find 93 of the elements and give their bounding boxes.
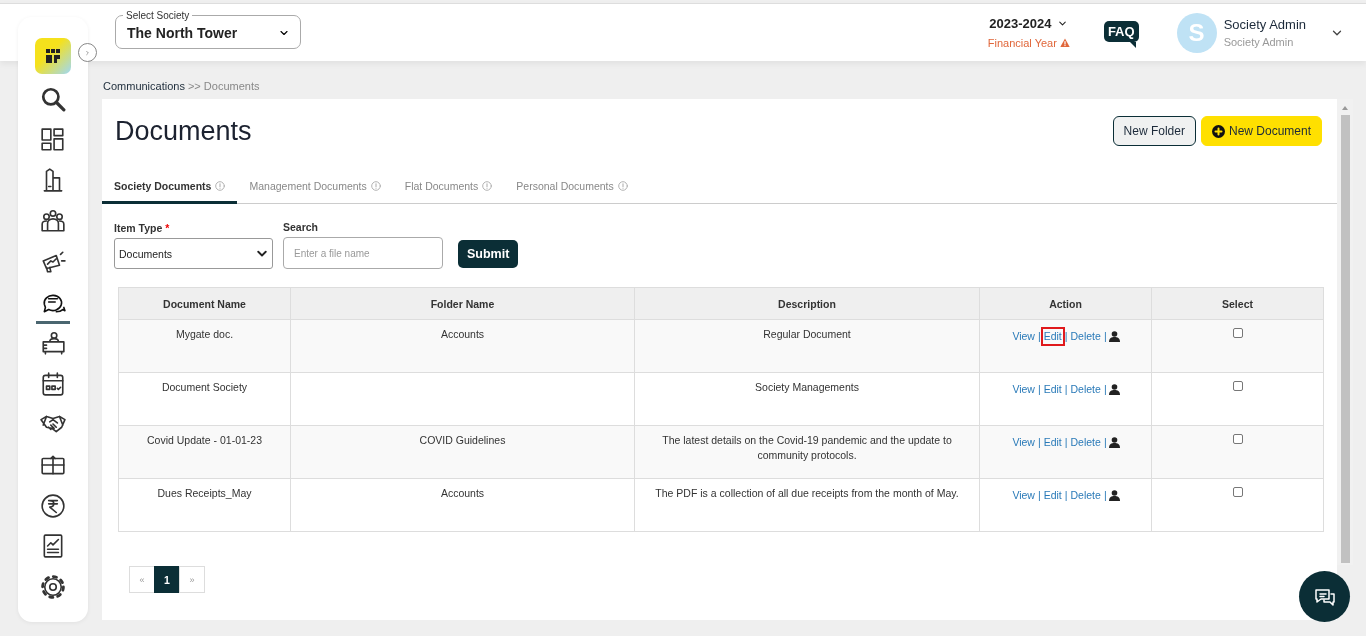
action-link[interactable]: View xyxy=(1009,433,1038,452)
user-role: Society Admin xyxy=(1223,36,1295,48)
table-cell: Dues Receipts_May xyxy=(118,478,291,532)
table-cell: Accounts xyxy=(290,478,635,532)
link-separator: | xyxy=(1064,329,1068,344)
table-cell: COVID Guidelines xyxy=(290,425,635,479)
calendar-icon xyxy=(40,370,66,397)
previous-page-button[interactable]: « xyxy=(129,566,155,593)
table-cell: Accounts xyxy=(290,319,635,373)
tab[interactable]: Management Documents xyxy=(237,171,393,204)
next-page-button[interactable]: » xyxy=(179,566,205,593)
link-separator: | xyxy=(1103,329,1107,344)
tab[interactable]: Flat Documents xyxy=(392,171,505,204)
plus-circle-icon xyxy=(1211,124,1225,138)
user-icon[interactable] xyxy=(1108,436,1120,448)
link-separator: | xyxy=(1037,329,1041,344)
select-checkbox[interactable] xyxy=(1232,328,1243,338)
select-checkbox[interactable] xyxy=(1232,487,1243,497)
dashboard-icon xyxy=(40,126,66,153)
action-link[interactable]: Edit xyxy=(1040,433,1065,452)
table-cell: The PDF is a collection of all due receipts from the month of May. xyxy=(634,478,980,532)
table-cell: Covid Update - 01-01-23 xyxy=(118,425,291,479)
logo-icon xyxy=(43,47,63,65)
rupee-icon xyxy=(40,492,66,519)
column-header: Action xyxy=(979,287,1152,320)
society-select[interactable]: Select Society The North Tower xyxy=(115,10,301,49)
select-checkbox[interactable] xyxy=(1232,434,1243,444)
financial-year-label: Financial Year xyxy=(987,37,1057,49)
select-value: The North Tower xyxy=(127,24,238,41)
megaphone-icon xyxy=(40,248,66,275)
user-name: Society Admin xyxy=(1223,17,1306,32)
people-icon xyxy=(40,207,66,234)
user-avatar: S xyxy=(1176,12,1217,53)
info-icon xyxy=(482,181,493,191)
column-header: Document Name xyxy=(118,287,291,320)
search-field[interactable]: Enter a file name xyxy=(283,237,443,269)
link-separator: | xyxy=(1064,435,1068,450)
tab[interactable]: Personal Documents xyxy=(504,171,640,204)
link-separator: | xyxy=(1037,382,1041,397)
item-type-dropdown[interactable]: Documents xyxy=(114,238,273,269)
link-separator: | xyxy=(1103,382,1107,397)
action-link[interactable]: Edit xyxy=(1040,380,1065,399)
select-checkbox[interactable] xyxy=(1232,381,1243,391)
action-link[interactable]: Edit xyxy=(1040,486,1065,505)
action-link[interactable]: Delete xyxy=(1067,433,1104,452)
new-document-button[interactable]: New Document xyxy=(1200,116,1322,146)
settings-icon xyxy=(40,574,66,601)
action-link[interactable]: Delete xyxy=(1067,327,1104,346)
table-cell: Mygate doc. xyxy=(118,319,291,373)
info-icon xyxy=(370,181,381,191)
action-link[interactable]: Delete xyxy=(1067,486,1104,505)
link-separator: | xyxy=(1037,435,1041,450)
breadcrumb-link[interactable]: Communications xyxy=(103,80,185,92)
tab[interactable]: Society Documents xyxy=(102,171,238,204)
link-separator: | xyxy=(1103,435,1107,450)
action-link[interactable]: View xyxy=(1009,486,1038,505)
table-cell: Society Managements xyxy=(634,372,980,426)
table-cell: Regular Document xyxy=(634,319,980,373)
new-folder-button[interactable]: New Folder xyxy=(1112,116,1196,146)
year-dropdown[interactable]: 2023-2024 xyxy=(989,16,1069,31)
action-link[interactable]: Delete xyxy=(1067,380,1104,399)
scroll-up-icon xyxy=(1341,105,1349,111)
user-icon[interactable] xyxy=(1108,330,1120,342)
breadcrumb-current: >> Documents xyxy=(187,80,260,92)
expand-sidebar-button[interactable] xyxy=(78,43,97,62)
page-title: Documents xyxy=(115,115,252,147)
user-icon[interactable] xyxy=(1108,383,1120,395)
link-separator: | xyxy=(1064,382,1068,397)
table-cell: Document Society xyxy=(118,372,291,426)
column-header: Folder Name xyxy=(290,287,635,320)
chevron-down-icon xyxy=(1057,18,1069,29)
required-mark: * xyxy=(165,222,170,234)
submit-button[interactable]: Submit xyxy=(458,240,519,268)
action-link[interactable]: View xyxy=(1009,327,1038,346)
chat-button[interactable] xyxy=(1299,571,1350,622)
info-icon xyxy=(617,181,628,191)
reception-desk-icon xyxy=(40,329,66,356)
item-type-label: Item Type * xyxy=(114,222,171,234)
column-header: Description xyxy=(634,287,980,320)
search-icon xyxy=(40,85,66,112)
info-icon xyxy=(215,181,226,191)
table-cell: The latest details on the Covid-19 pandemic and the update to community protocols. xyxy=(634,425,980,479)
column-header: Select xyxy=(1151,287,1324,320)
page-button[interactable]: 1 xyxy=(154,566,180,593)
link-separator: | xyxy=(1064,488,1068,503)
link-separator: | xyxy=(1037,488,1041,503)
action-link[interactable]: View xyxy=(1009,380,1038,399)
link-separator: | xyxy=(1103,488,1107,503)
action-link[interactable]: Edit xyxy=(1040,327,1065,346)
select-label: Select Society xyxy=(125,10,191,21)
user-icon[interactable] xyxy=(1108,489,1120,501)
search-label: Search xyxy=(283,221,320,233)
app-logo[interactable] xyxy=(35,38,71,74)
